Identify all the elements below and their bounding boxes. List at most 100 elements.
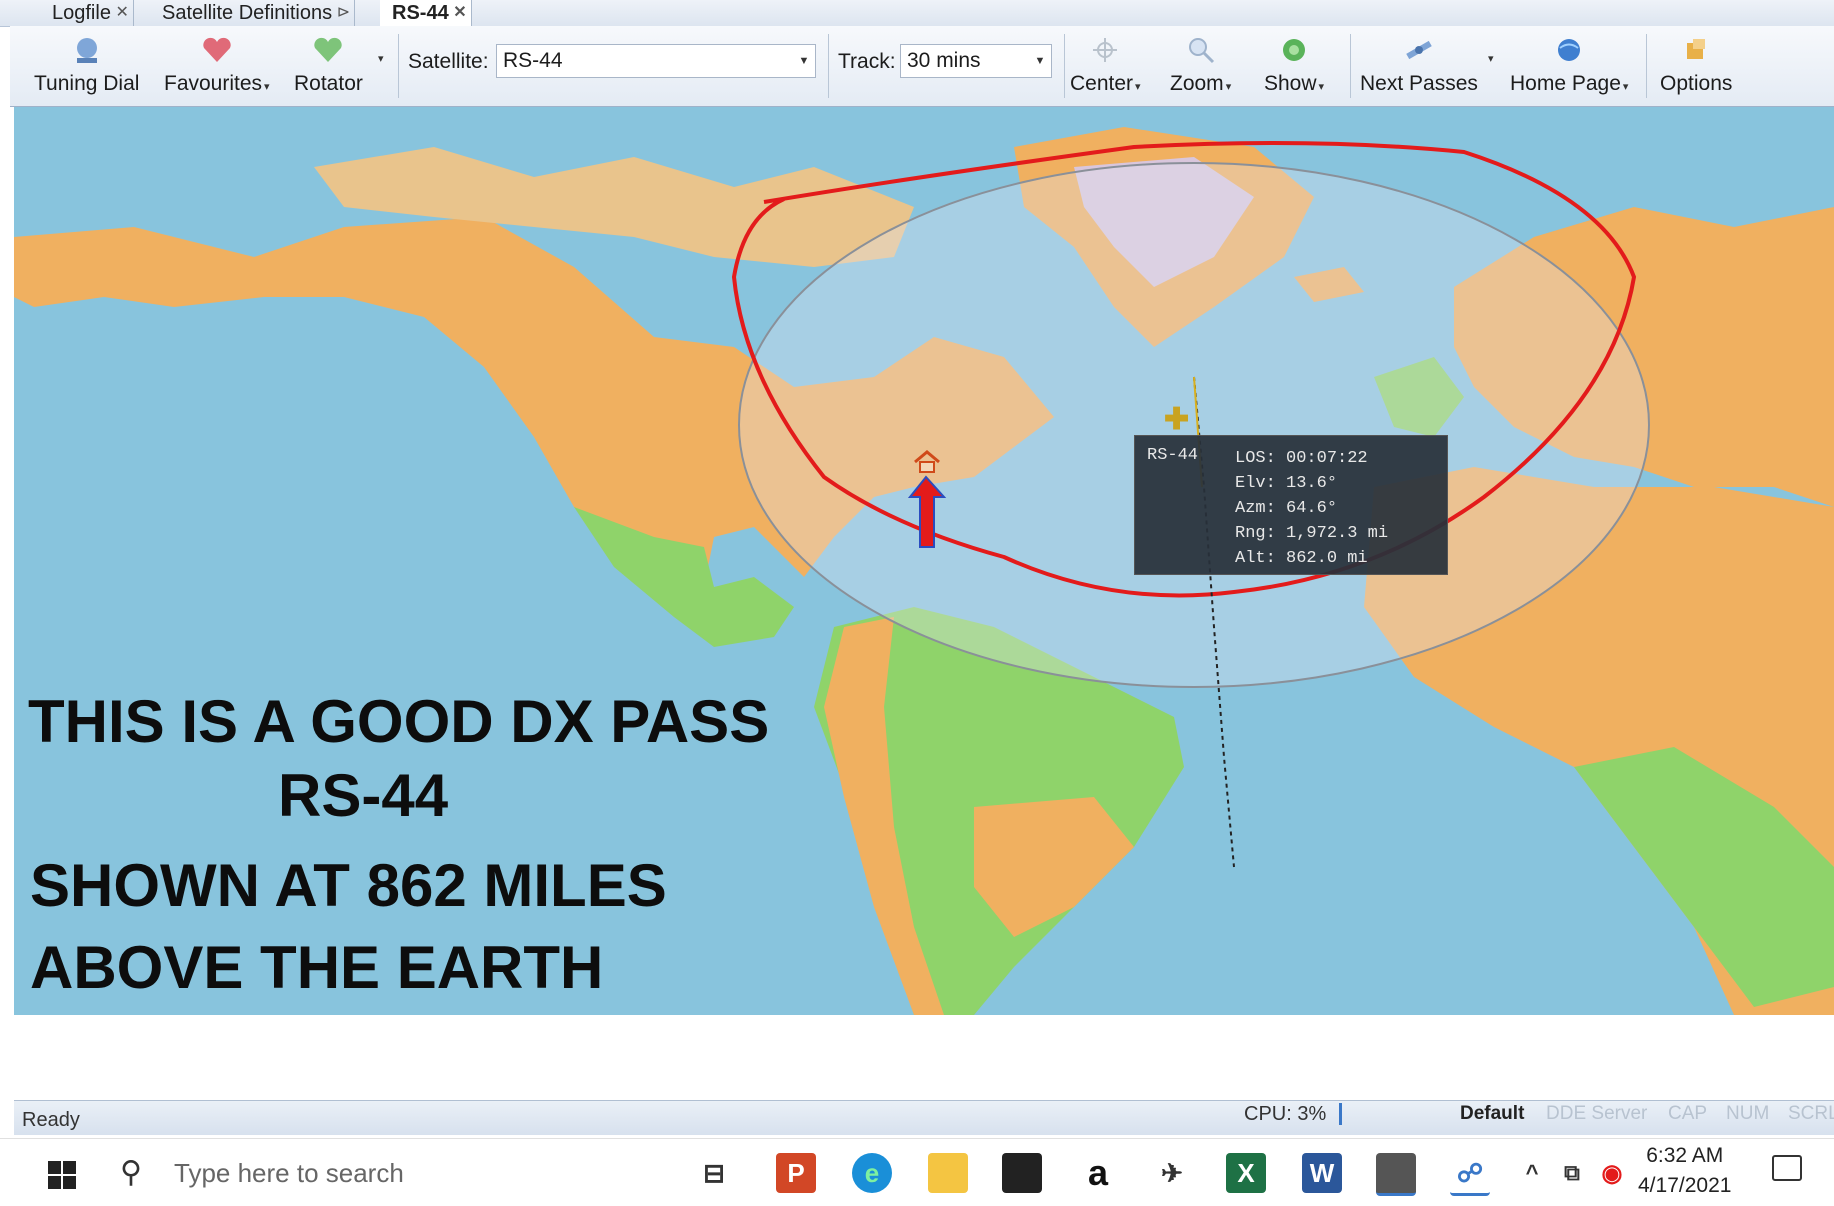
home-page-button[interactable]: Home Page ▾ bbox=[1510, 32, 1628, 102]
info-altitude: Alt: 862.0 mi bbox=[1235, 549, 1368, 568]
status-cpu: CPU: 3% bbox=[1244, 1103, 1327, 1125]
clock-time: 6:32 AM bbox=[1646, 1144, 1724, 1167]
taskbar-clock[interactable]: 6:32 AM 4/17/2021 bbox=[1638, 1141, 1731, 1201]
tab-satellite-definitions[interactable]: Satellite Definitions ⊳ bbox=[150, 0, 356, 26]
green-circle-icon bbox=[1279, 32, 1309, 68]
heart-icon bbox=[200, 32, 234, 68]
rotator-button[interactable]: Rotator bbox=[294, 32, 363, 102]
center-label: Center bbox=[1070, 72, 1134, 95]
chevron-down-icon[interactable]: ▼ bbox=[1029, 45, 1051, 77]
annotation-line-1: THIS IS A GOOD DX PASS bbox=[28, 688, 770, 755]
satellite-select[interactable]: RS-44 ▼ bbox=[496, 44, 816, 78]
search-icon: ⚲ bbox=[120, 1156, 142, 1189]
next-passes-label: Next Passes bbox=[1360, 72, 1478, 95]
tab-rs-44[interactable]: RS-44 ✕ bbox=[380, 0, 472, 26]
chevron-down-icon[interactable]: ▾ bbox=[378, 52, 384, 65]
satellite-value: RS-44 bbox=[503, 49, 563, 72]
tuning-dial-icon bbox=[69, 32, 105, 68]
chevron-down-icon[interactable]: ▼ bbox=[793, 45, 815, 77]
satellite-position-icon[interactable]: ✚ bbox=[1164, 405, 1189, 435]
document-tabs: Logfile ✕ Satellite Definitions ⊳ RS-44 … bbox=[0, 0, 1834, 27]
options-icon bbox=[1681, 32, 1711, 68]
options-button[interactable]: Options bbox=[1660, 32, 1732, 102]
cpu-meter bbox=[1339, 1103, 1342, 1125]
status-cap: CAP bbox=[1668, 1103, 1708, 1124]
info-range: Rng: 1,972.3 mi bbox=[1235, 524, 1389, 543]
brazil-highlands bbox=[974, 797, 1134, 937]
tuning-dial-button[interactable]: Tuning Dial bbox=[34, 32, 139, 102]
globe-icon bbox=[1554, 32, 1584, 68]
track-select[interactable]: 30 mins ▼ bbox=[900, 44, 1052, 78]
edge-icon[interactable]: e bbox=[852, 1153, 892, 1193]
status-bar: Ready CPU: 3% Default DDE Server CAP NUM… bbox=[14, 1100, 1834, 1135]
options-label: Options bbox=[1660, 72, 1733, 95]
task-view-icon[interactable]: ⊟ bbox=[694, 1153, 734, 1193]
magnifier-icon bbox=[1186, 32, 1216, 68]
zoom-button[interactable]: Zoom ▾ bbox=[1170, 32, 1231, 102]
chevron-up-icon[interactable]: ^ bbox=[1512, 1153, 1552, 1193]
tab-label: Satellite Definitions bbox=[162, 2, 333, 24]
favourites-button[interactable]: Favourites ▾ bbox=[164, 32, 270, 102]
status-ready: Ready bbox=[22, 1109, 80, 1131]
rotator-icon bbox=[311, 32, 345, 68]
excel-icon[interactable]: X bbox=[1226, 1153, 1266, 1193]
network-icon[interactable]: ⧉ bbox=[1552, 1153, 1592, 1193]
chevron-down-icon: ▾ bbox=[1622, 81, 1629, 93]
toolbar-divider bbox=[1350, 34, 1351, 98]
status-num: NUM bbox=[1726, 1103, 1770, 1124]
track-label: Track: bbox=[838, 50, 896, 73]
rotator-label: Rotator bbox=[294, 72, 363, 95]
windows-start-icon[interactable] bbox=[48, 1161, 76, 1189]
annotation-line-4: ABOVE THE EARTH bbox=[30, 934, 604, 1001]
tab-label: RS-44 bbox=[392, 2, 449, 24]
center-button[interactable]: Center ▾ bbox=[1070, 32, 1141, 102]
close-icon[interactable]: ✕ bbox=[116, 0, 129, 26]
annotation-line-2: RS-44 bbox=[278, 762, 449, 829]
store-icon[interactable] bbox=[1002, 1153, 1042, 1193]
home-page-label: Home Page bbox=[1510, 72, 1621, 95]
zoom-label: Zoom bbox=[1170, 72, 1224, 95]
pin-icon[interactable]: ⊳ bbox=[337, 0, 350, 26]
chevron-down-icon: ▾ bbox=[1225, 81, 1232, 93]
info-azimuth: Azm: 64.6° bbox=[1235, 499, 1338, 518]
satellite-label: Satellite: bbox=[408, 50, 489, 73]
chevron-down-icon: ▾ bbox=[1318, 81, 1325, 93]
info-satellite-name: RS-44 bbox=[1147, 446, 1199, 465]
show-button[interactable]: Show ▾ bbox=[1264, 32, 1324, 102]
chevron-down-icon[interactable]: ▾ bbox=[1488, 52, 1494, 65]
file-explorer-icon[interactable] bbox=[928, 1153, 968, 1193]
info-elevation: Elv: 13.6° bbox=[1235, 474, 1338, 493]
tuning-dial-label: Tuning Dial bbox=[34, 72, 140, 95]
toolbar-divider bbox=[1646, 34, 1647, 98]
radio-app-icon[interactable] bbox=[1376, 1153, 1416, 1196]
notification-icon[interactable] bbox=[1772, 1155, 1802, 1181]
toolbar-divider bbox=[398, 34, 399, 98]
satellite-info-box: RS-44 LOS: 00:07:22 Elv: 13.6° Azm: 64.6… bbox=[1134, 435, 1448, 575]
toolbar-divider bbox=[828, 34, 829, 98]
windows-taskbar: ⚲ Type here to search ⊟ P e a ✈ X W ☍ ^ … bbox=[0, 1138, 1834, 1206]
tab-logfile[interactable]: Logfile ✕ bbox=[40, 0, 134, 26]
amazon-icon[interactable]: a bbox=[1078, 1152, 1118, 1193]
info-los: LOS: 00:07:22 bbox=[1235, 449, 1368, 468]
track-value: 30 mins bbox=[907, 49, 981, 72]
satellite-app-icon[interactable]: ✈ bbox=[1152, 1153, 1192, 1193]
show-label: Show bbox=[1264, 72, 1317, 95]
tab-label: Logfile bbox=[52, 2, 111, 24]
crosshair-icon bbox=[1090, 32, 1120, 68]
status-scrl: SCRL bbox=[1788, 1103, 1834, 1124]
status-default: Default bbox=[1460, 1103, 1525, 1124]
antivirus-icon[interactable]: ◉ bbox=[1592, 1153, 1632, 1193]
chevron-down-icon: ▾ bbox=[264, 81, 270, 93]
annotation-line-3: SHOWN AT 862 MILES bbox=[30, 852, 667, 919]
favourites-label: Favourites bbox=[164, 72, 263, 95]
world-map[interactable]: ✚ RS-44 LOS: 00:07:22 Elv: 13.6° Azm: 64… bbox=[14, 107, 1834, 1015]
logger-app-icon[interactable]: ☍ bbox=[1450, 1153, 1490, 1196]
chevron-down-icon: ▾ bbox=[1135, 81, 1141, 93]
next-passes-button[interactable]: Next Passes bbox=[1360, 32, 1478, 102]
word-icon[interactable]: W bbox=[1302, 1153, 1342, 1193]
taskbar-search[interactable]: ⚲ Type here to search bbox=[112, 1145, 672, 1201]
powerpoint-icon[interactable]: P bbox=[776, 1153, 816, 1193]
close-icon[interactable]: ✕ bbox=[453, 0, 466, 26]
empty-panel bbox=[14, 1015, 1834, 1095]
satellite-footprint bbox=[738, 162, 1650, 688]
